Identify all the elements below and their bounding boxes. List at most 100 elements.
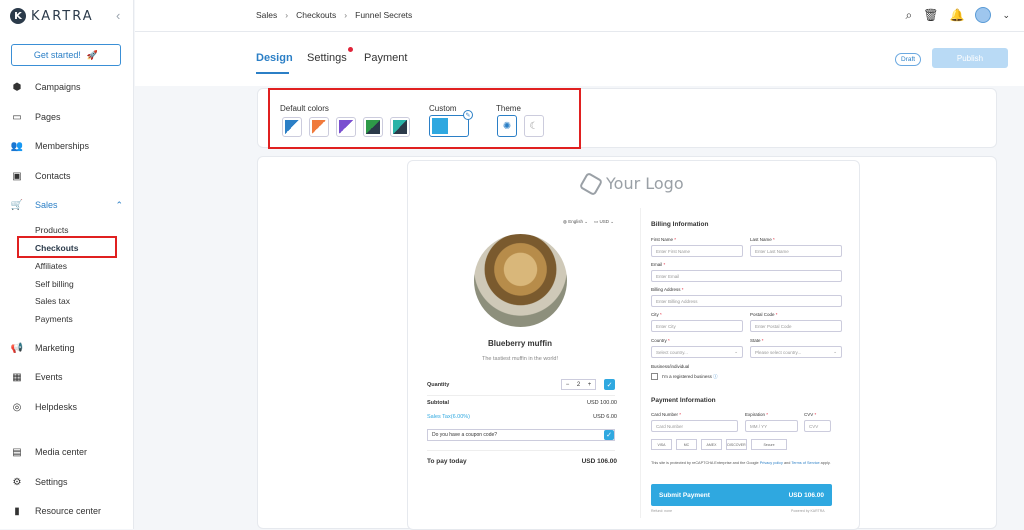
first-name-label: First Name * bbox=[651, 237, 676, 242]
sidebar-subitem-sales-tax[interactable]: Sales tax bbox=[35, 296, 70, 306]
state-label: State * bbox=[750, 338, 764, 343]
sidebar: K KARTRA ‹ Get started! 🚀 ⬢ Campaigns ▭ Pa… bbox=[0, 0, 134, 529]
sidebar-item-label: Marketing bbox=[35, 343, 75, 353]
coupon-apply-button[interactable]: ✓ bbox=[604, 430, 614, 440]
chevron-up-icon: ⌃ bbox=[115, 199, 123, 210]
quantity-stepper[interactable]: − 2 + bbox=[561, 379, 596, 390]
registered-business-checkbox[interactable] bbox=[651, 373, 658, 380]
required-mark: * bbox=[775, 312, 778, 317]
tabs-bar: Design Settings Payment Draft Publish bbox=[135, 32, 1024, 86]
label-text: CVV bbox=[804, 412, 814, 417]
expiration-field[interactable]: MM / YY bbox=[745, 420, 798, 432]
required-mark: * bbox=[773, 237, 775, 242]
sidebar-item-helpdesks[interactable]: ◎ Helpdesks bbox=[0, 397, 133, 417]
submit-payment-button[interactable]: Submit Payment USD 106.00 bbox=[651, 484, 832, 506]
media-icon: ▤ bbox=[12, 446, 22, 458]
sidebar-item-contacts[interactable]: ▣ Contacts bbox=[0, 166, 133, 186]
sidebar-subitem-affiliates[interactable]: Affiliates bbox=[35, 261, 67, 271]
minus-icon[interactable]: − bbox=[566, 382, 570, 388]
card-number-field[interactable]: Card Number bbox=[651, 420, 738, 432]
breadcrumb-separator-icon: › bbox=[285, 10, 289, 20]
billing-address-field[interactable]: Enter Billing Address bbox=[651, 295, 842, 307]
sidebar-subitem-self-billing[interactable]: Self billing bbox=[35, 279, 74, 289]
trash-icon[interactable]: 🗑 bbox=[923, 8, 938, 22]
cart-icon: 🛒 bbox=[10, 199, 24, 211]
breadcrumb-item: Funnel Secrets bbox=[355, 10, 413, 20]
search-icon[interactable]: ⌕ bbox=[906, 8, 913, 23]
subtotal-value: USD 100.00 bbox=[587, 400, 617, 406]
postal-code-field[interactable]: Enter Postal Code bbox=[750, 320, 842, 332]
refund-note: Refund: none bbox=[651, 509, 673, 513]
kartra-logo[interactable]: K KARTRA bbox=[10, 8, 94, 24]
sidebar-item-label: Campaigns bbox=[35, 82, 81, 92]
required-mark: * bbox=[674, 237, 677, 242]
language-select[interactable]: ◍ English ⌄ bbox=[563, 219, 588, 225]
sidebar-item-resource-center[interactable]: ▮ Resource center bbox=[0, 501, 133, 521]
label-text: Billing Address bbox=[651, 287, 681, 292]
tax-label[interactable]: Sales Tax(6.00%) bbox=[427, 414, 470, 420]
get-started-button[interactable]: Get started! 🚀 bbox=[11, 44, 121, 66]
sidebar-item-marketing[interactable]: 📢 Marketing bbox=[0, 338, 133, 358]
gear-icon: ⚙ bbox=[12, 476, 22, 488]
required-mark: * bbox=[679, 412, 682, 417]
chevron-down-icon: ⌄ bbox=[734, 349, 738, 354]
sidebar-item-settings[interactable]: ⚙ Settings bbox=[0, 472, 133, 492]
discover-icon: DISCOVER bbox=[726, 439, 747, 450]
required-mark: * bbox=[660, 312, 662, 317]
divider bbox=[427, 395, 615, 396]
first-name-field[interactable]: Enter First Name bbox=[651, 245, 743, 257]
logo-mark: K bbox=[10, 8, 26, 24]
sidebar-item-label: Events bbox=[35, 372, 63, 382]
last-name-field[interactable]: Enter Last Name bbox=[750, 245, 842, 257]
payment-title: Payment Information bbox=[651, 397, 716, 404]
sidebar-item-label: Settings bbox=[35, 477, 68, 487]
notification-dot bbox=[348, 47, 353, 52]
quantity-confirm-button[interactable]: ✓ bbox=[604, 379, 615, 390]
recaptcha-notice: This site is protected by reCAPTCHA Ente… bbox=[651, 461, 833, 466]
total-row: To pay today USD 106.00 bbox=[427, 458, 617, 465]
plus-icon[interactable]: + bbox=[588, 382, 592, 388]
breadcrumb-item[interactable]: Checkouts bbox=[296, 10, 336, 20]
expiration-label: Expiration * bbox=[745, 412, 768, 417]
email-field[interactable]: Enter Email bbox=[651, 270, 842, 282]
breadcrumb-item[interactable]: Sales bbox=[256, 10, 277, 20]
sidebar-subitem-payments[interactable]: Payments bbox=[35, 314, 73, 324]
sidebar-item-label: Media center bbox=[35, 447, 88, 457]
sidebar-subitem-products[interactable]: Products bbox=[35, 225, 69, 235]
visa-icon: VISA bbox=[651, 439, 672, 450]
tab-design[interactable]: Design bbox=[256, 52, 293, 64]
sidebar-item-memberships[interactable]: 👥 Memberships bbox=[0, 136, 133, 156]
coupon-field[interactable]: Do you have a coupon code? bbox=[427, 429, 615, 441]
city-label: City * bbox=[651, 312, 662, 317]
terms-link[interactable]: Terms of Service bbox=[791, 461, 819, 465]
breadcrumb: Sales › Checkouts › Funnel Secrets bbox=[256, 10, 412, 20]
recaptcha-text: and bbox=[783, 461, 791, 465]
sidebar-item-pages[interactable]: ▭ Pages bbox=[0, 107, 133, 127]
chevron-down-icon[interactable]: ⌄ bbox=[1002, 10, 1010, 21]
sidebar-item-media-center[interactable]: ▤ Media center bbox=[0, 442, 133, 462]
currency-select[interactable]: ▭ USD ⌄ bbox=[594, 219, 614, 225]
highlight-box-colors bbox=[268, 88, 581, 149]
calendar-icon: ▦ bbox=[12, 371, 22, 383]
get-started-label: Get started! bbox=[33, 50, 81, 60]
sidebar-item-sales[interactable]: 🛒 Sales ⌃ bbox=[0, 195, 133, 215]
city-field[interactable]: Enter City bbox=[651, 320, 743, 332]
sidebar-item-events[interactable]: ▦ Events bbox=[0, 367, 133, 387]
label-text: Postal Code bbox=[750, 312, 775, 317]
privacy-policy-link[interactable]: Privacy policy bbox=[760, 461, 783, 465]
tab-settings[interactable]: Settings bbox=[307, 52, 347, 64]
sidebar-item-campaigns[interactable]: ⬢ Campaigns bbox=[0, 77, 133, 97]
bell-icon[interactable]: 🔔 bbox=[950, 8, 965, 22]
state-select[interactable]: Please select country... ⌄ bbox=[750, 346, 842, 358]
chevron-down-icon: ⌄ bbox=[833, 349, 837, 354]
label-text: Expiration bbox=[745, 412, 766, 417]
language-value: English bbox=[568, 219, 583, 224]
tab-payment[interactable]: Payment bbox=[364, 52, 407, 64]
avatar[interactable] bbox=[975, 7, 992, 23]
recaptcha-text: This site is protected by reCAPTCHA Ente… bbox=[651, 461, 759, 465]
publish-button[interactable]: Publish bbox=[932, 48, 1008, 68]
collapse-sidebar-icon[interactable]: ‹ bbox=[116, 8, 120, 23]
country-select[interactable]: Select country... ⌄ bbox=[651, 346, 743, 358]
info-icon[interactable]: ⓘ bbox=[713, 374, 718, 379]
cvv-field[interactable]: CVV bbox=[804, 420, 831, 432]
